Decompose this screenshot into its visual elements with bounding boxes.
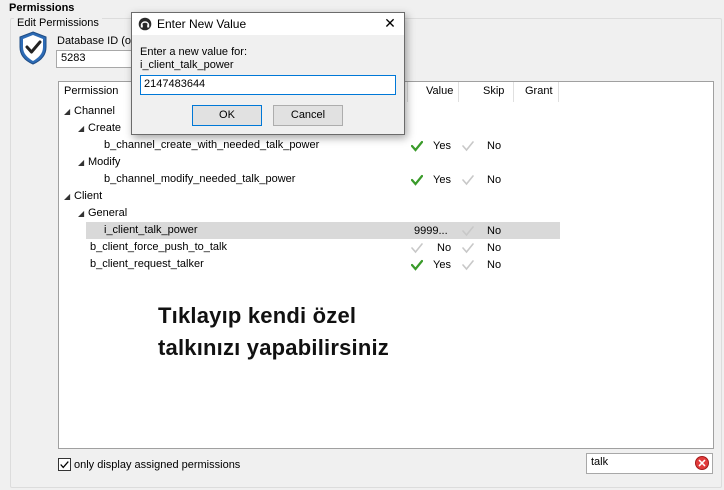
overlay-line-1: Tıklayıp kendi özel bbox=[158, 303, 357, 328]
column-separator bbox=[558, 82, 559, 102]
tree-node-general[interactable]: ◢ General bbox=[78, 205, 127, 222]
value-checkbox-checked-icon[interactable] bbox=[411, 174, 423, 186]
clear-search-icon[interactable] bbox=[695, 456, 709, 470]
dialog-title: Enter New Value bbox=[157, 17, 247, 31]
value-cell[interactable]: Yes bbox=[433, 259, 451, 271]
skip-cell[interactable]: No bbox=[487, 259, 501, 271]
value-cell[interactable]: No bbox=[437, 242, 451, 254]
skip-checkbox-unchecked-icon[interactable] bbox=[462, 225, 474, 237]
skip-cell[interactable]: No bbox=[487, 225, 501, 237]
overlay-line-2: talkınızı yapabilirsiniz bbox=[158, 335, 389, 360]
skip-cell[interactable]: No bbox=[487, 174, 501, 186]
permission-row-label[interactable]: i_client_talk_power bbox=[104, 222, 198, 239]
expanded-triangle-icon[interactable]: ◢ bbox=[78, 205, 88, 222]
only-assigned-label[interactable]: only display assigned permissions bbox=[74, 459, 240, 471]
enter-new-value-dialog[interactable]: Enter New Value ✕ Enter a new value for:… bbox=[131, 12, 405, 135]
dialog-prompt: Enter a new value for: i_client_talk_pow… bbox=[140, 46, 247, 72]
expanded-triangle-icon[interactable]: ◢ bbox=[64, 103, 74, 120]
teamspeak-headset-icon bbox=[138, 17, 152, 31]
tree-node-client[interactable]: ◢ Client bbox=[64, 188, 102, 205]
shield-check-icon bbox=[19, 31, 47, 65]
database-id-field[interactable]: 5283 bbox=[56, 50, 134, 68]
value-checkbox-checked-icon[interactable] bbox=[411, 140, 423, 152]
skip-checkbox-unchecked-icon[interactable] bbox=[462, 242, 474, 254]
value-checkbox-unchecked-icon[interactable] bbox=[411, 242, 423, 254]
value-cell[interactable]: Yes bbox=[433, 140, 451, 152]
skip-checkbox-unchecked-icon[interactable] bbox=[462, 259, 474, 271]
dialog-prompt-line-1: Enter a new value for: bbox=[140, 46, 248, 58]
permission-row-label[interactable]: b_client_request_talker bbox=[90, 256, 204, 273]
column-separator bbox=[407, 82, 408, 102]
expanded-triangle-icon[interactable]: ◢ bbox=[64, 188, 74, 205]
database-id-label: Database ID (or bbox=[57, 35, 135, 47]
dialog-prompt-line-2: i_client_talk_power bbox=[140, 59, 234, 71]
tree-node-create[interactable]: ◢ Create bbox=[78, 120, 121, 137]
column-separator bbox=[513, 82, 514, 102]
window-title: Permissions bbox=[9, 2, 75, 14]
column-separator bbox=[458, 82, 459, 102]
expanded-triangle-icon[interactable]: ◢ bbox=[78, 154, 88, 171]
skip-cell[interactable]: No bbox=[487, 140, 501, 152]
skip-checkbox-unchecked-icon[interactable] bbox=[462, 140, 474, 152]
value-cell[interactable]: Yes bbox=[433, 174, 451, 186]
ok-button[interactable]: OK bbox=[192, 105, 262, 126]
permission-row-label[interactable]: b_channel_create_with_needed_talk_power bbox=[104, 137, 319, 154]
column-header-grant[interactable]: Grant bbox=[525, 85, 553, 97]
skip-cell[interactable]: No bbox=[487, 242, 501, 254]
permission-row-label[interactable]: b_channel_modify_needed_talk_power bbox=[104, 171, 295, 188]
value-checkbox-checked-icon[interactable] bbox=[411, 259, 423, 271]
only-assigned-checkbox[interactable] bbox=[58, 458, 71, 471]
permission-search-input[interactable]: talk bbox=[586, 453, 713, 474]
close-icon[interactable]: ✕ bbox=[382, 15, 398, 32]
permission-row-label[interactable]: b_client_force_push_to_talk bbox=[90, 239, 227, 256]
tree-node-modify[interactable]: ◢ Modify bbox=[78, 154, 120, 171]
expanded-triangle-icon[interactable]: ◢ bbox=[78, 120, 88, 137]
skip-checkbox-unchecked-icon[interactable] bbox=[462, 174, 474, 186]
column-header-permission[interactable]: Permission bbox=[64, 85, 118, 97]
overlay-caption: Tıklayıp kendi özel talkınızı yapabilirs… bbox=[158, 300, 389, 364]
value-cell[interactable]: 9999... bbox=[414, 225, 448, 237]
column-header-skip[interactable]: Skip bbox=[483, 85, 504, 97]
new-value-input[interactable]: 2147483644 bbox=[140, 75, 396, 95]
tree-node-channel[interactable]: ◢ Channel bbox=[64, 103, 115, 120]
group-label: Edit Permissions bbox=[14, 17, 102, 29]
cancel-button[interactable]: Cancel bbox=[273, 105, 343, 126]
column-header-value[interactable]: Value bbox=[426, 85, 453, 97]
